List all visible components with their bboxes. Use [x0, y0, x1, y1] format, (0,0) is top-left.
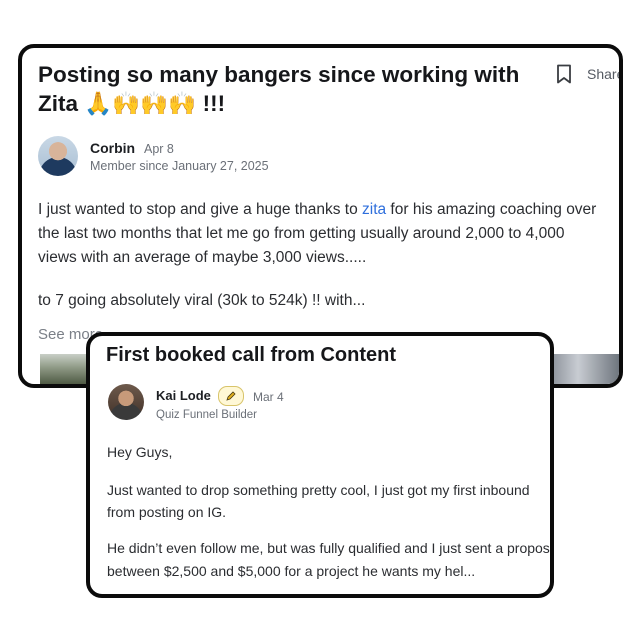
body-line: between $2,500 and $5,000 for a project … [107, 563, 476, 579]
post-date: Mar 4 [253, 390, 284, 404]
bookmark-button[interactable] [556, 62, 578, 86]
mention-link[interactable]: zita [362, 201, 386, 218]
greeting: Hey Guys, [107, 444, 173, 460]
body-line: the last two months that let me go from … [38, 225, 565, 242]
body-line: views with an average of maybe 3,000 vie… [38, 249, 367, 266]
post-card-kai[interactable]: First booked call from Content Kai Lode … [86, 332, 554, 598]
avatar[interactable] [108, 384, 144, 420]
body-line: He didn’t even follow me, but was fully … [107, 540, 554, 556]
body-line: from posting on IG. [107, 504, 227, 520]
body-line: Just wanted to drop something pretty coo… [107, 482, 530, 498]
avatar[interactable] [38, 136, 78, 176]
post-title[interactable]: First booked call from Content [106, 344, 396, 367]
post-body: I just wanted to stop and give a huge th… [38, 198, 619, 270]
post-date: Apr 8 [144, 142, 174, 156]
author-name[interactable]: Kai Lode [156, 388, 211, 403]
bookmark-icon [557, 64, 571, 84]
member-role: Quiz Funnel Builder [156, 409, 257, 421]
pencil-icon [226, 391, 236, 401]
attachment-thumbnail[interactable] [550, 354, 619, 384]
post-title[interactable]: Posting so many bangers since working wi… [38, 60, 538, 119]
emoji-reactions: 🙏🙌🙌🙌 [84, 91, 197, 117]
body-line: I just wanted to stop and give a huge th… [38, 201, 597, 218]
body-paragraph: to 7 going absolutely viral (30k to 524k… [38, 292, 366, 309]
share-button[interactable]: Share [587, 66, 619, 82]
role-badge [218, 386, 244, 406]
member-since: Member since January 27, 2025 [90, 159, 269, 173]
author-name[interactable]: Corbin [90, 140, 135, 156]
